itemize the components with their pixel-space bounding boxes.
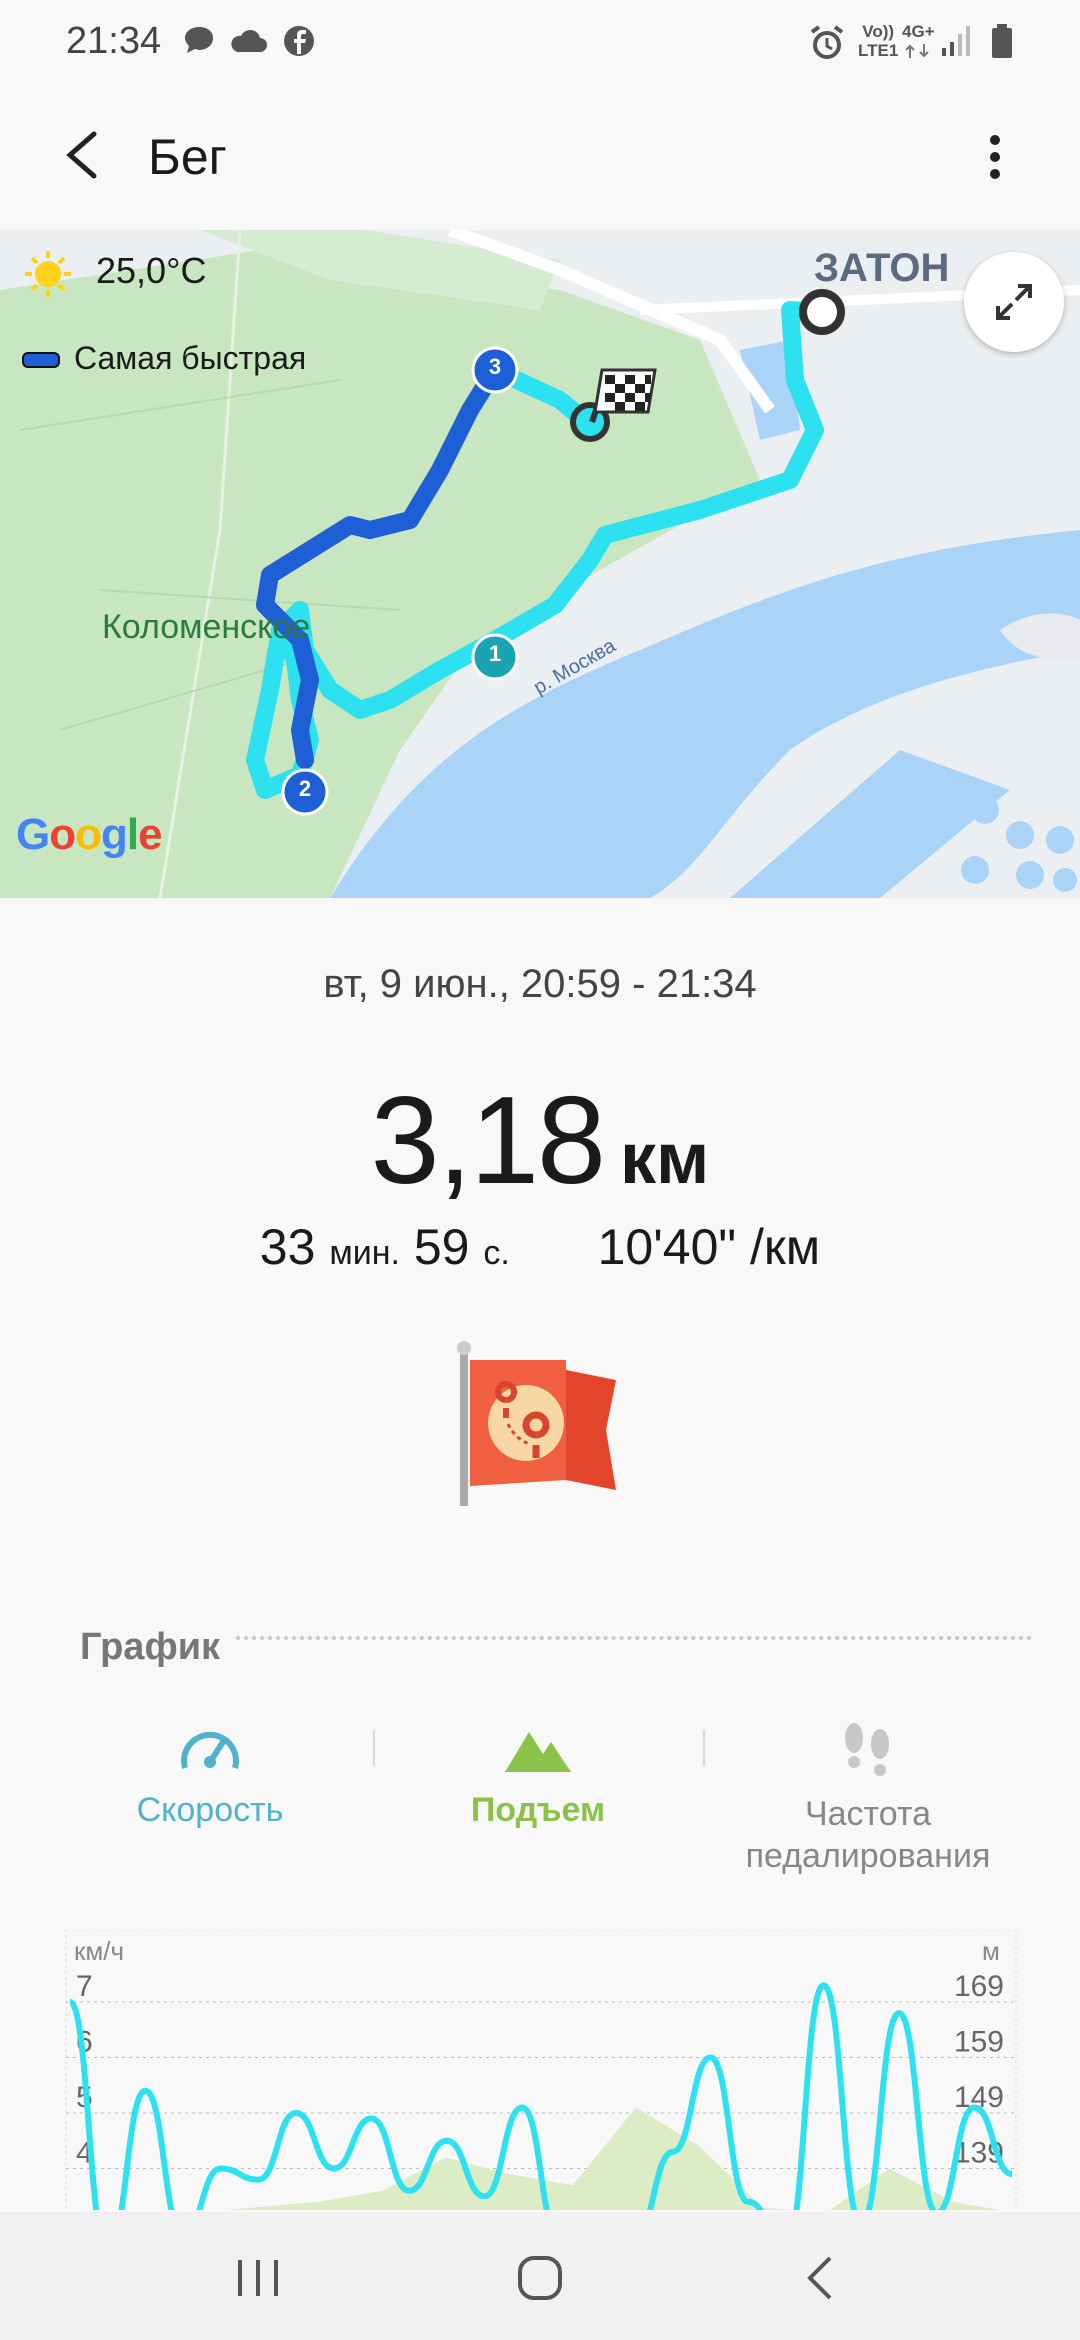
sun-icon: [25, 251, 71, 297]
tab-speed[interactable]: Скорость: [60, 1720, 360, 1831]
more-vert-icon[interactable]: [980, 132, 1010, 182]
speed-line: [67, 1982, 1013, 2255]
map-canvas[interactable]: [0, 230, 1080, 898]
nav-back-icon[interactable]: [800, 2254, 840, 2302]
volte-icon: Vo)) LTE1: [858, 22, 899, 60]
home-icon[interactable]: [516, 2254, 564, 2302]
facebook-icon: [284, 26, 314, 56]
weather-temp: 25,0°C: [96, 250, 207, 291]
cloud-icon: [231, 29, 267, 52]
right-axis-label: м: [982, 1936, 1000, 1966]
duration-seconds: 59: [413, 1219, 470, 1275]
tab-separator: [373, 1730, 375, 1766]
distance-unit: км: [620, 1119, 710, 1199]
back-arrow-icon[interactable]: [60, 130, 104, 180]
battery-icon: [992, 24, 1012, 58]
marker-label-2: 2: [298, 776, 312, 801]
alarm-icon: [810, 25, 844, 59]
distance: 3,18 км: [0, 1070, 1080, 1212]
marker-label-3: 3: [488, 354, 502, 379]
google-logo: Google: [16, 810, 163, 859]
tab-elevation[interactable]: Подъем: [388, 1720, 688, 1831]
start-marker: [799, 289, 845, 335]
pace: 10'40" /км: [597, 1219, 821, 1275]
seconds-unit: с.: [483, 1234, 510, 1272]
legend-swatch: [22, 352, 60, 368]
tab-speed-label: Скорость: [136, 1791, 284, 1829]
footsteps-icon: [845, 1723, 889, 1776]
distance-value: 3,18: [370, 1072, 606, 1210]
left-axis-label: км/ч: [74, 1936, 125, 1966]
tab-cadence[interactable]: Частота педалирования: [718, 1720, 1018, 1877]
duration-minutes: 33: [259, 1219, 316, 1275]
right-tick-label: 169: [954, 1970, 1004, 2003]
section-divider: [236, 1636, 1032, 1640]
tab-elevation-label: Подъем: [470, 1791, 606, 1829]
mountain-icon: [505, 1732, 571, 1772]
marker-label-1: 1: [488, 641, 502, 666]
chart-canvas: 7 1696 1595 1494 139: [65, 1929, 1017, 2255]
tab-separator: [703, 1730, 705, 1766]
data-arrows-icon: [905, 44, 929, 58]
duration-pace: 33 мин. 59 с. 10'40" /км: [0, 1218, 1080, 1276]
message-icon: [185, 27, 213, 53]
route-flag-icon: [457, 1341, 616, 1506]
page-title: Бег: [148, 129, 227, 185]
tab-cadence-label: Частота педалирования: [745, 1795, 991, 1875]
speedometer-icon: [181, 1731, 239, 1769]
left-tick-label: 7: [76, 1970, 93, 2003]
place-label: Коломенское: [102, 608, 311, 646]
4g-icon: 4G+: [902, 22, 935, 41]
clock: 21:34: [66, 20, 162, 62]
route-map[interactable]: 3 2 1 25,0°C Самая быстрая Коломенское З…: [0, 230, 1080, 898]
right-tick-label: 159: [954, 2026, 1004, 2059]
date-range: вт, 9 июн., 20:59 - 21:34: [323, 962, 757, 1006]
minutes-unit: мин.: [329, 1234, 400, 1272]
place-label-2: ЗАТОН: [814, 246, 950, 290]
speed-elevation-chart: 7 169 6 159 5 149 4 139 км/ч м: [0, 1929, 1080, 2255]
graph-section-label: График: [80, 1626, 221, 1668]
expand-map-button[interactable]: [964, 252, 1064, 352]
expand-icon: [996, 284, 1032, 320]
recents-icon[interactable]: [234, 2256, 282, 2300]
legend-label: Самая быстрая: [74, 340, 307, 376]
signal-icon: [942, 26, 970, 56]
